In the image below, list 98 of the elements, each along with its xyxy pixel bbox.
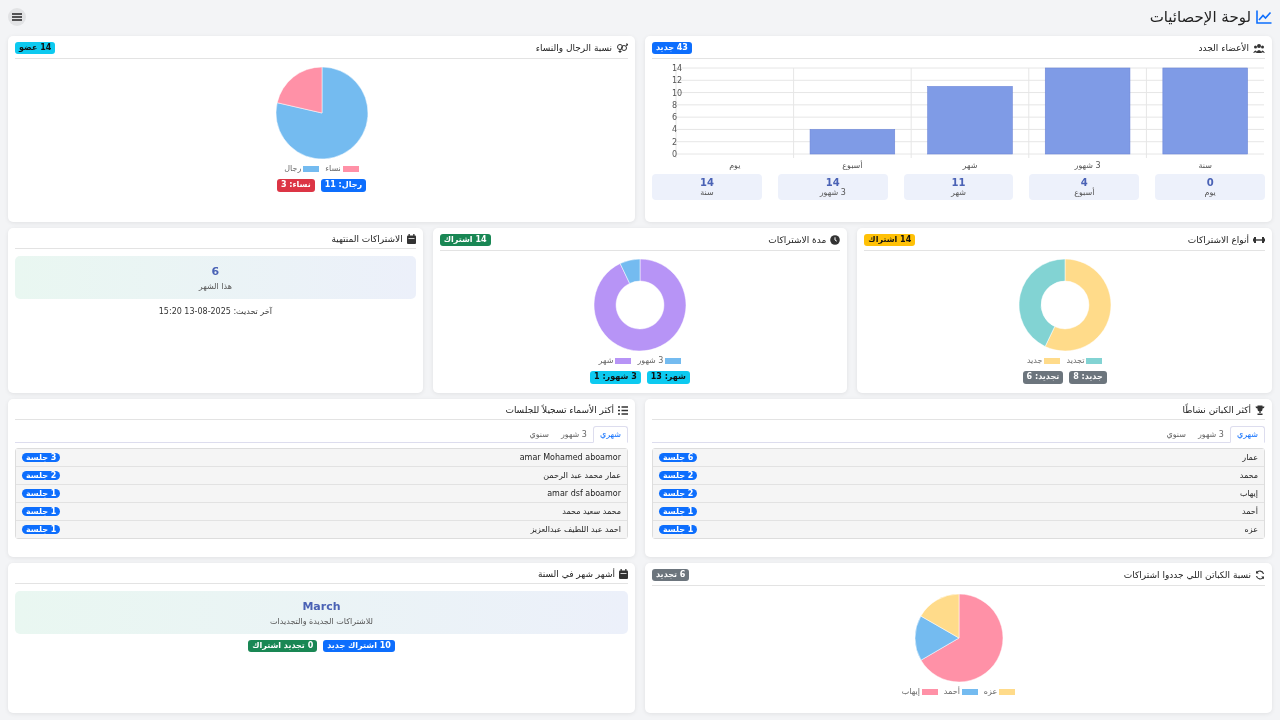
stat-label: يوم	[1204, 188, 1216, 198]
highlight-value: March	[302, 600, 341, 613]
list-item-name: أحمد	[1242, 507, 1258, 516]
session-count: 1 جلسة	[22, 489, 61, 498]
count-badge: شهر: 13	[646, 371, 690, 384]
legend-label: عزه	[983, 687, 998, 697]
stat-value: 14	[699, 177, 714, 189]
axis-tick-label: 4	[671, 125, 677, 135]
period-tab[interactable]: شهري	[592, 426, 628, 443]
axis-tick-label: 14	[671, 64, 682, 74]
card-title: نسبة الرجال والنساء	[535, 43, 612, 54]
session-count: 2 جلسة	[659, 489, 698, 498]
session-count: 1 جلسة	[659, 507, 698, 516]
period-tab[interactable]: سنوي	[1160, 426, 1192, 443]
line-chart-icon	[1256, 10, 1272, 24]
count-badge: 0 تجديد اشتراك	[248, 640, 318, 653]
gender-icon	[616, 43, 628, 54]
list-item-name: محمد سعيد محمد	[562, 507, 621, 516]
legend-label: نساء	[325, 164, 341, 174]
list-item-name: amar Mohamed aboamor	[519, 453, 621, 462]
axis-category-label: يوم	[728, 161, 740, 171]
legend-label: تجديد	[1066, 356, 1085, 366]
session-count: 1 جلسة	[22, 507, 61, 516]
axis-category-label: أسبوع	[841, 161, 863, 171]
card-title: أنواع الاشتراكات	[1187, 235, 1249, 246]
stat-label: 3 شهور	[819, 188, 846, 198]
calendar-icon	[406, 234, 416, 244]
legend-label: جديد	[1026, 356, 1043, 366]
session-count: 6 جلسة	[659, 453, 698, 462]
stat-value: 11	[951, 177, 966, 189]
period-tab[interactable]: 3 شهور	[554, 426, 593, 443]
list-icon	[618, 405, 628, 415]
card-title: مدة الاشتراكات	[768, 235, 827, 246]
count-badge: 43 جديد	[652, 42, 692, 55]
legend-label: إيهاب	[901, 687, 920, 697]
count-badge: جديد: 8	[1069, 371, 1107, 384]
stat-label: شهر	[951, 188, 966, 198]
highlight-value: 6	[211, 265, 220, 278]
menu-icon	[12, 13, 22, 21]
session-count: 1 جلسة	[22, 525, 61, 534]
card-title: الأعضاء الجدد	[1198, 43, 1249, 54]
axis-tick-label: 12	[671, 76, 682, 86]
highlight-caption: هذا الشهر	[198, 282, 232, 291]
refresh-icon	[1255, 570, 1265, 581]
list-item-name: محمد	[1239, 471, 1258, 480]
list-item-name: احمد عبد اللطيف عبدالعزيز	[530, 525, 621, 534]
users-icon	[1253, 43, 1265, 54]
axis-tick-label: 0	[671, 150, 677, 160]
page-title: لوحة الإحصائيات	[1149, 8, 1251, 26]
axis-category-label: سنة	[1198, 161, 1212, 171]
session-count: 2 جلسة	[22, 471, 61, 480]
list-item-name: إيهاب	[1239, 489, 1258, 498]
stat-value: 4	[1080, 177, 1088, 189]
stat-label: أسبوع	[1074, 188, 1095, 198]
card-title: نسبة الكباتن اللي جددوا اشتراكات	[1123, 570, 1251, 581]
axis-tick-label: 2	[671, 138, 677, 148]
list-item-name: عمار محمد عبد الرحمن	[543, 471, 621, 480]
trophy-icon	[1255, 405, 1265, 415]
dumbbell-icon	[1253, 235, 1265, 246]
count-badge: نساء: 3	[276, 179, 315, 192]
legend-label: رجال	[284, 164, 302, 174]
count-badge: 14 اشتراك	[439, 234, 491, 247]
axis-tick-label: 6	[671, 113, 677, 123]
session-count: 1 جلسة	[659, 525, 698, 534]
last-updated-text: آخر تحديث: 2025-08-13 15:20	[157, 306, 273, 316]
session-count: 2 جلسة	[659, 471, 698, 480]
count-badge: تجديد: 6	[1022, 371, 1064, 384]
card-title: أشهر شهر في السنة	[538, 569, 615, 579]
list-item-name: عمار	[1242, 453, 1258, 462]
list-item-name: عزه	[1244, 525, 1258, 534]
highlight-caption: للاشتراكات الجديدة والتجديدات	[270, 617, 373, 626]
legend-label: 3 شهور	[637, 356, 664, 366]
legend-label: أحمد	[943, 687, 960, 697]
menu-button[interactable]	[8, 8, 26, 26]
period-tab[interactable]: 3 شهور	[1191, 426, 1230, 443]
count-badge: 10 اشتراك جديد	[323, 640, 395, 653]
period-tab[interactable]: شهري	[1229, 426, 1265, 443]
period-tab[interactable]: سنوي	[523, 426, 555, 443]
list-item-name: amar dsf aboamor	[547, 489, 621, 498]
legend-label: شهر	[598, 356, 614, 366]
stat-value: 0	[1206, 177, 1214, 189]
count-badge: 6 تجديد	[652, 569, 690, 582]
card-title: أكثر الكباتن نشاطًا	[1182, 405, 1251, 415]
card-title: الاشتراكات المنتهية	[331, 234, 403, 244]
axis-tick-label: 10	[671, 88, 682, 98]
count-badge: 3 شهور: 1	[590, 371, 641, 384]
count-badge: 14 اشتراك	[864, 234, 916, 247]
stat-label: سنة	[700, 188, 714, 198]
calendar-icon	[619, 569, 628, 579]
clock-icon	[830, 235, 841, 246]
axis-tick-label: 8	[671, 101, 677, 111]
session-count: 3 جلسة	[22, 453, 61, 462]
axis-category-label: 3 شهور	[1074, 161, 1101, 171]
count-badge: 14 عضو	[15, 42, 56, 55]
card-title: أكثر الأسماء تسجيلاً للجلسات	[505, 405, 614, 415]
stat-value: 14	[825, 177, 840, 189]
count-badge: رجال: 11	[320, 179, 367, 192]
axis-category-label: شهر	[962, 161, 977, 171]
